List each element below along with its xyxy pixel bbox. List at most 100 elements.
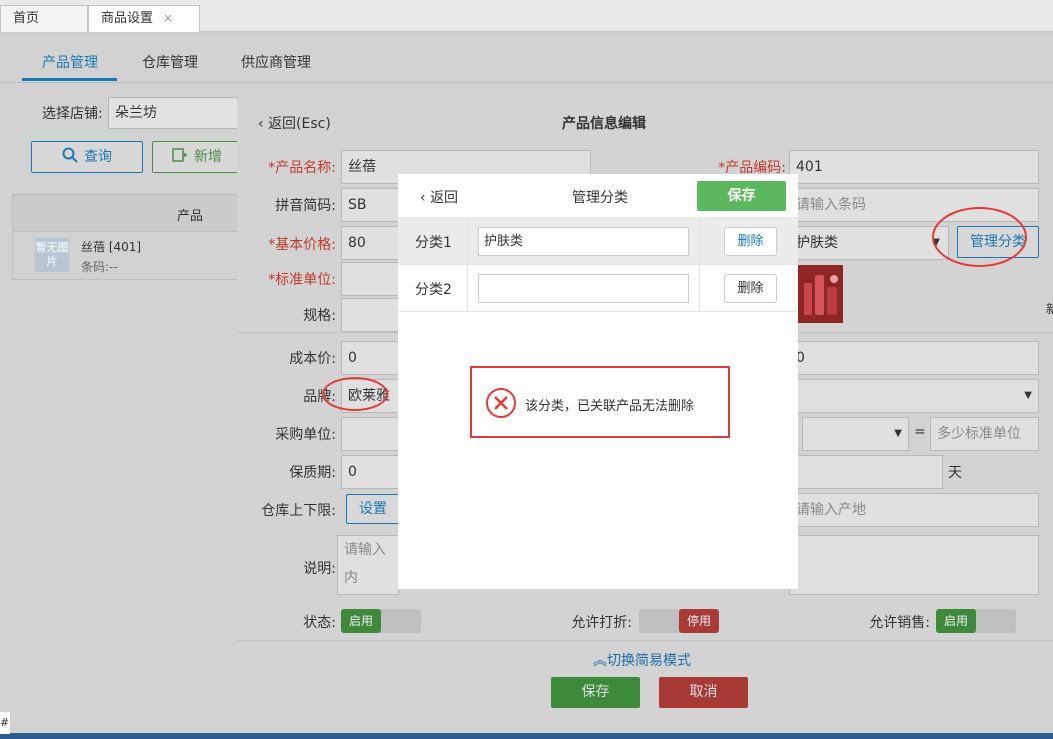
shelf-right-input[interactable] [789, 455, 943, 489]
category-name-input[interactable] [478, 274, 689, 303]
subtab-product[interactable]: 产品管理 [42, 52, 98, 72]
error-toast: 该分类，已关联产品无法删除 [470, 366, 730, 438]
category-row-label: 分类2 [415, 282, 452, 298]
category-row-2: 分类2 删除 [398, 264, 798, 312]
edit-save-button[interactable]: 保存 [551, 677, 640, 708]
product-name: 丝蓓 [401] [81, 240, 142, 254]
desc-textarea[interactable]: 请输入内 [337, 535, 399, 595]
stock-settings-button[interactable]: 设置 [346, 494, 400, 524]
caret-down-icon: ▼ [894, 428, 902, 439]
edit-cancel-button[interactable]: 取消 [659, 677, 748, 708]
right-select[interactable]: ▼ [789, 379, 1039, 413]
product-image [798, 265, 843, 323]
cell-divider [467, 265, 468, 312]
cell-divider [699, 265, 700, 312]
switch-mode-label: 切换简易模式 [607, 653, 691, 669]
store-select[interactable]: 朵兰坊 [108, 97, 238, 129]
category-name-input[interactable]: 护肤类 [478, 227, 689, 256]
name-value: 丝蓓 [348, 159, 376, 175]
category-select[interactable]: 护肤类 ▼ [789, 226, 949, 260]
table-row[interactable]: 暂无图片 丝蓓 [401] 条码:-- [12, 232, 238, 280]
highlight-circle [932, 207, 1027, 267]
sale-on: 启用 [936, 609, 976, 633]
price-input[interactable]: 80 [341, 226, 401, 260]
pinyin-value: SB [348, 197, 367, 213]
active-tab-underline [22, 78, 117, 81]
spec-label: 规格: [303, 308, 336, 324]
discount-label: 允许打折: [571, 615, 632, 631]
discount-toggle[interactable]: 停用 [639, 609, 719, 633]
footer-divider [237, 640, 1053, 641]
close-icon[interactable]: × [163, 11, 173, 25]
tab-home-label: 首页 [13, 11, 40, 26]
product-table-header: 产品 [12, 194, 238, 232]
taskbar-strip [0, 733, 1053, 739]
subtab-supplier[interactable]: 供应商管理 [241, 52, 311, 72]
cost-right-input[interactable]: 0 [789, 341, 1039, 375]
shelf-input[interactable]: 0 [341, 455, 401, 489]
price-label: *基本价格: [268, 237, 336, 253]
dialog-back-label: 返回 [430, 190, 459, 206]
cost-value: 0 [348, 350, 357, 366]
dialog-title: 管理分类 [572, 190, 628, 206]
double-chevron-up-icon: ︽ [593, 653, 607, 669]
truncated-label: 新 [1046, 302, 1053, 316]
delete-button[interactable]: 删除 [724, 227, 777, 256]
sale-toggle[interactable]: 启用 [936, 609, 1016, 633]
subtab-warehouse[interactable]: 仓库管理 [142, 52, 198, 72]
chevron-left-icon: ‹ [258, 116, 264, 132]
std-qty-placeholder: 多少标准单位 [937, 426, 1021, 442]
stock-settings-label: 设置 [359, 501, 387, 517]
category-value: 护肤类 [796, 235, 838, 251]
desc-label: 说明: [303, 561, 336, 577]
category-row-label: 分类1 [415, 235, 452, 251]
tab-home[interactable]: 首页 [0, 5, 88, 32]
column-product: 产品 [177, 209, 204, 224]
add-button[interactable]: 新增 [152, 141, 242, 173]
shelf-label: 保质期: [289, 465, 336, 481]
pinyin-input[interactable]: SB [341, 188, 401, 222]
purchase-unit-label: 采购单位: [275, 427, 336, 443]
store-label: 选择店铺: [42, 106, 103, 122]
dialog-save-button[interactable]: 保存 [697, 181, 786, 211]
unit-input[interactable] [341, 262, 401, 296]
purchase-unit-select[interactable]: ▼ [802, 417, 909, 451]
error-circle-icon [486, 388, 516, 418]
store-value: 朵兰坊 [115, 105, 157, 121]
edit-back-link[interactable]: ‹ 返回(Esc) [258, 113, 331, 133]
unit-label: *标准单位: [268, 272, 336, 288]
category-row-1: 分类1 护肤类 删除 [398, 217, 798, 265]
cell-divider [467, 218, 468, 265]
delete-label: 删除 [737, 281, 764, 296]
price-value: 80 [348, 235, 366, 251]
barcode-placeholder: 请输入条码 [796, 197, 866, 213]
brand-highlight-circle [322, 377, 388, 411]
cost-input[interactable]: 0 [341, 341, 401, 375]
product-thumbnail: 暂无图片 [35, 238, 69, 272]
name-label: *产品名称: [268, 160, 336, 176]
edit-back-label: 返回(Esc) [268, 116, 331, 132]
tab-product-settings[interactable]: 商品设置 × [88, 5, 200, 32]
error-message: 该分类，已关联产品无法删除 [525, 399, 695, 414]
spec-input[interactable] [341, 298, 401, 332]
switch-mode-link[interactable]: ︽切换简易模式 [593, 650, 691, 670]
dialog-back-link[interactable]: ‹ 返回 [420, 187, 458, 207]
origin-placeholder: 请输入产地 [796, 502, 866, 518]
delete-button[interactable]: 删除 [724, 274, 777, 303]
day-unit: 天 [948, 465, 962, 481]
code-value: 401 [796, 159, 823, 175]
edit-cancel-label: 取消 [689, 684, 718, 700]
std-qty-input[interactable]: 多少标准单位 [930, 417, 1039, 451]
query-label: 查询 [84, 149, 112, 165]
desc-right-textarea[interactable] [789, 535, 1039, 595]
chevron-left-icon: ‹ [420, 190, 426, 206]
dialog-save-label: 保存 [727, 188, 756, 204]
query-button[interactable]: 查询 [31, 141, 143, 173]
purchase-unit-input[interactable] [341, 417, 401, 451]
tab-settings-label: 商品设置 [101, 11, 154, 26]
origin-input[interactable]: 请输入产地 [789, 493, 1039, 527]
status-on: 启用 [341, 609, 381, 633]
window-tab-bar: 首页 商品设置 × [0, 0, 1053, 32]
status-toggle[interactable]: 启用 [341, 609, 421, 633]
code-input[interactable]: 401 [789, 150, 1039, 184]
